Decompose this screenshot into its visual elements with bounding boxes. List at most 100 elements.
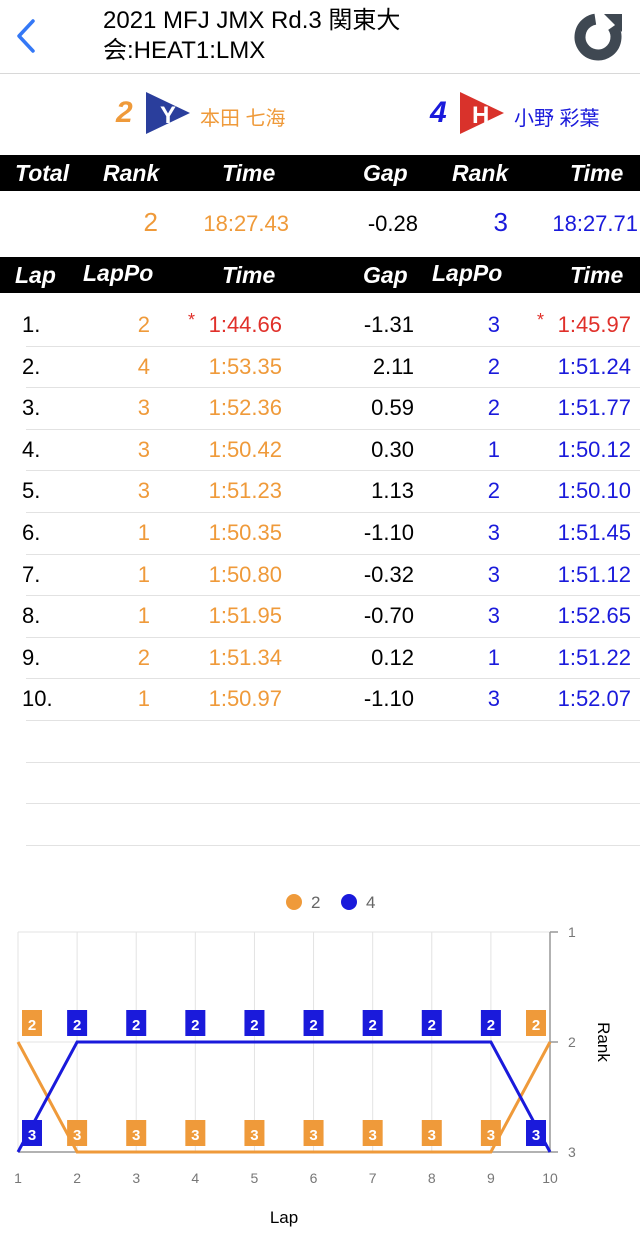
lap-position-2: 1 bbox=[487, 644, 500, 670]
lap-position-1: 2 bbox=[137, 312, 150, 337]
y-axis-label: Rank bbox=[594, 1022, 613, 1062]
x-tick-label: 1 bbox=[14, 1170, 22, 1186]
rider1-badge-letter: Y bbox=[160, 102, 176, 129]
lap-time-2: 1:50.12 bbox=[557, 436, 631, 462]
data-label-2: 2 bbox=[28, 1017, 36, 1034]
page-title: 2021 MFJ JMX Rd.3 関東大 会:HEAT1:LMX bbox=[103, 6, 543, 66]
data-label-2: 3 bbox=[368, 1127, 376, 1144]
refresh-icon[interactable] bbox=[570, 8, 626, 64]
lap-time-2: 1:51.24 bbox=[557, 353, 631, 379]
lap-time-2: 1:52.07 bbox=[557, 686, 631, 712]
lap-gap: 0.59 bbox=[371, 395, 414, 421]
total-rank-1: 2 bbox=[143, 207, 158, 237]
lap-position-2: 3 bbox=[487, 561, 500, 587]
data-label-2: 3 bbox=[487, 1127, 495, 1144]
data-label-4: 2 bbox=[309, 1017, 317, 1034]
series-line-4 bbox=[16, 1040, 552, 1153]
lap-position-2: 2 bbox=[487, 478, 500, 504]
lap-number: 10. bbox=[22, 686, 53, 712]
x-tick-label: 2 bbox=[73, 1170, 81, 1186]
total-rank-2: 3 bbox=[493, 207, 508, 237]
table-row: 5. 3 1:51.23 1.13 2 1:50.10 bbox=[0, 470, 640, 512]
table-row: 1. 2 * 1:44.66 -1.31 3 * 1:45.97 bbox=[0, 304, 640, 346]
lap-number: 8. bbox=[22, 603, 41, 629]
lap-time-label-1: Time bbox=[222, 262, 276, 288]
row-divider bbox=[26, 720, 640, 721]
lap-time-1: 1:44.66 bbox=[208, 312, 282, 337]
rider2-badge-icon: H bbox=[460, 92, 504, 134]
chevron-left-icon[interactable] bbox=[14, 18, 38, 54]
rider2-bib: 4 bbox=[430, 96, 447, 129]
data-label-2: 3 bbox=[73, 1127, 81, 1144]
total-gap-label: Gap bbox=[363, 160, 408, 186]
data-label-4: 2 bbox=[250, 1017, 258, 1034]
table-row: 4. 3 1:50.42 0.30 1 1:50.12 bbox=[0, 429, 640, 471]
lap-time-1: 1:51.23 bbox=[208, 478, 282, 504]
lap-time-2: 1:45.97 bbox=[557, 312, 631, 337]
lap-position-1: 4 bbox=[137, 353, 150, 379]
lap-gap: 0.30 bbox=[371, 436, 414, 462]
lap-time-2: 1:50.10 bbox=[557, 478, 631, 504]
y-tick-label: 3 bbox=[568, 1144, 576, 1160]
x-tick-label: 4 bbox=[191, 1170, 199, 1186]
lap-position-2: 3 bbox=[487, 312, 500, 337]
x-tick-label: 6 bbox=[310, 1170, 318, 1186]
table-row: 2. 4 1:53.35 2.11 2 1:51.24 bbox=[0, 346, 640, 388]
lap-time-1: 1:51.95 bbox=[208, 603, 282, 629]
lap-time-2: 1:51.22 bbox=[557, 644, 631, 670]
rider2-badge-letter: H bbox=[472, 102, 489, 129]
lap-gap: -0.32 bbox=[363, 561, 414, 587]
data-label-2: 3 bbox=[250, 1127, 258, 1144]
lap-position-1: 1 bbox=[137, 686, 150, 712]
lap-position-2: 2 bbox=[487, 395, 500, 421]
data-label-4: 2 bbox=[368, 1017, 376, 1034]
lappo-label-2: LapPo bbox=[432, 260, 503, 286]
total-gap: -0.28 bbox=[367, 211, 418, 236]
lap-time-1: 1:51.34 bbox=[208, 644, 282, 670]
data-label-4: 2 bbox=[191, 1017, 199, 1034]
total-row: 2 18:27.43 -0.28 3 18:27.71 bbox=[0, 191, 640, 255]
lap-number: 2. bbox=[22, 353, 41, 379]
lap-time-1: 1:50.35 bbox=[208, 520, 282, 545]
lap-position-1: 2 bbox=[137, 644, 150, 670]
table-row: 9. 2 1:51.34 0.12 1 1:51.22 bbox=[0, 637, 640, 679]
lap-time-2: 1:51.12 bbox=[557, 561, 631, 587]
total-time-2: 18:27.71 bbox=[552, 211, 638, 236]
x-tick-label: 7 bbox=[369, 1170, 377, 1186]
y-tick-label: 2 bbox=[568, 1034, 576, 1050]
lap-number: 7. bbox=[22, 561, 41, 587]
lap-col-label: Lap bbox=[15, 262, 56, 288]
lap-gap: 0.12 bbox=[371, 644, 414, 670]
lap-number: 1. bbox=[22, 312, 41, 337]
lap-number: 9. bbox=[22, 644, 41, 670]
legend-label-2: 2 bbox=[311, 893, 320, 912]
data-label-4: 2 bbox=[487, 1017, 495, 1034]
lap-number: 6. bbox=[22, 520, 41, 545]
lap-time-2: 1:51.45 bbox=[557, 520, 631, 545]
data-label-4: 2 bbox=[132, 1017, 140, 1034]
total-time-label-1: Time bbox=[222, 160, 276, 186]
total-rank-label-1: Rank bbox=[103, 160, 160, 186]
lap-time-2: 1:52.65 bbox=[557, 603, 631, 629]
y-tick-label: 1 bbox=[568, 924, 576, 940]
lap-position-2: 3 bbox=[487, 603, 500, 629]
lap-position-1: 1 bbox=[137, 603, 150, 629]
lap-position-2: 1 bbox=[487, 436, 500, 462]
lap-table: 1. 2 * 1:44.66 -1.31 3 * 1:45.97 2. 4 1:53.35 2.11 2… bbox=[0, 304, 640, 864]
total-col-label: Total bbox=[15, 160, 70, 186]
lap-gap: -1.10 bbox=[363, 686, 414, 712]
legend-marker-4 bbox=[341, 894, 357, 910]
lap-position-1: 3 bbox=[137, 478, 150, 504]
riders-row: 2 Y 本田 七海 4 H 小野 彩葉 bbox=[0, 74, 640, 154]
x-tick-label: 9 bbox=[487, 1170, 495, 1186]
x-tick-label: 8 bbox=[428, 1170, 436, 1186]
table-row: 10. 1 1:50.97 -1.10 3 1:52.07 bbox=[0, 678, 640, 720]
total-time-1: 18:27.43 bbox=[203, 211, 289, 236]
lap-position-2: 3 bbox=[487, 686, 500, 712]
total-time-label-2: Time bbox=[570, 160, 624, 186]
lap-time-2: 1:51.77 bbox=[557, 395, 631, 421]
title-line-1: 2021 MFJ JMX Rd.3 関東大 bbox=[103, 7, 401, 34]
lap-position-1: 3 bbox=[137, 395, 150, 421]
lappo-label-1: LapPo bbox=[83, 260, 154, 286]
lap-time-1: 1:50.97 bbox=[208, 686, 282, 712]
